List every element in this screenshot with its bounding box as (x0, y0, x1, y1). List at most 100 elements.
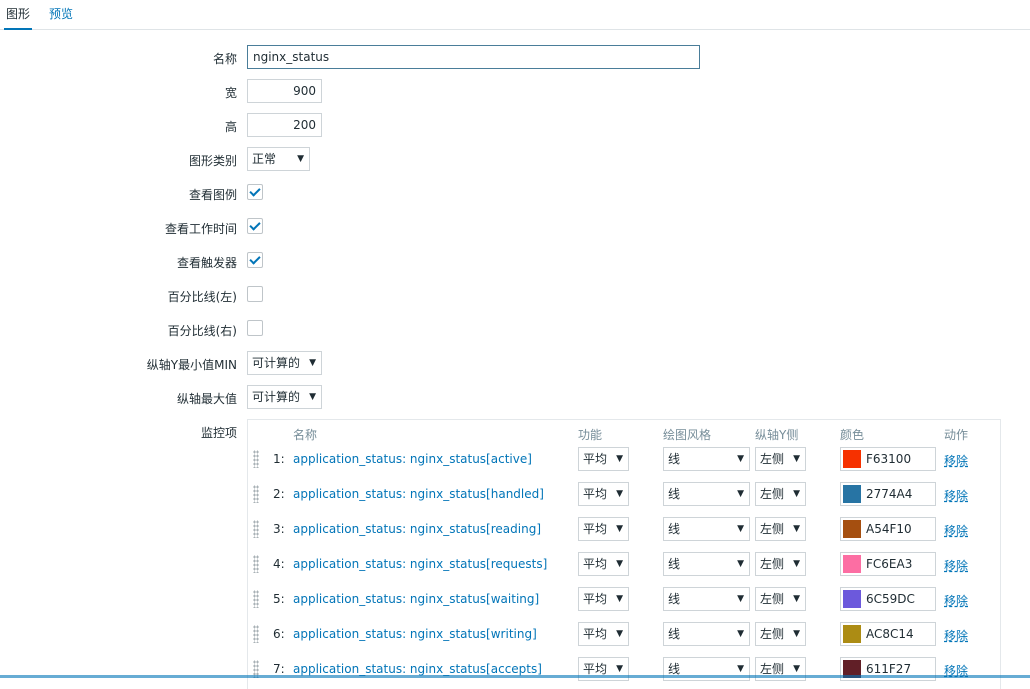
items-label: 监控项 (200, 426, 237, 440)
percentile-left-checkbox[interactable] (247, 286, 263, 302)
checkmark-icon (249, 219, 261, 231)
item-number: 4: (273, 557, 285, 571)
item-name-link[interactable]: application_status: nginx_status[accepts… (293, 662, 542, 676)
item-remove-link[interactable]: 移除 (944, 452, 968, 469)
dropdown-arrow-icon: ▼ (616, 489, 623, 499)
item-color-picker[interactable]: AC8C14 (840, 622, 936, 646)
item-color-picker[interactable]: A54F10 (840, 517, 936, 541)
dropdown-arrow-icon: ▼ (737, 454, 744, 464)
header-draw-style: 绘图风格 (663, 428, 712, 442)
dropdown-arrow-icon: ▼ (737, 594, 744, 604)
color-swatch[interactable] (843, 485, 861, 503)
item-y-axis-value: 左侧 (760, 662, 785, 676)
name-input[interactable] (247, 45, 700, 69)
percentile-right-label: 百分比线(右) (167, 324, 237, 338)
item-number: 2: (273, 487, 285, 501)
item-function-value: 平均 (583, 627, 608, 641)
color-swatch[interactable] (843, 450, 861, 468)
item-function-select[interactable]: 平均 ▼ (578, 482, 629, 506)
drag-handle-icon[interactable] (253, 450, 259, 468)
color-swatch[interactable] (843, 625, 861, 643)
item-number: 6: (273, 627, 285, 641)
color-swatch[interactable] (843, 555, 861, 573)
item-y-axis-value: 左侧 (760, 487, 785, 501)
drag-handle-icon[interactable] (253, 625, 259, 643)
dropdown-arrow-icon: ▼ (737, 489, 744, 499)
ymax-select[interactable]: 可计算的 ▼ (247, 385, 322, 409)
item-remove-link[interactable]: 移除 (944, 557, 968, 574)
item-color-value: 6C59DC (866, 592, 915, 606)
item-y-axis-select[interactable]: 左侧 ▼ (755, 587, 806, 611)
item-draw-style-select[interactable]: 线 ▼ (663, 447, 750, 471)
item-function-select[interactable]: 平均 ▼ (578, 447, 629, 471)
tab-preview[interactable]: 预览 (49, 6, 73, 30)
graph-type-select[interactable]: 正常 ▼ (247, 147, 310, 171)
ymin-label: 纵轴Y最小值MIN (146, 358, 237, 372)
item-function-select[interactable]: 平均 ▼ (578, 622, 629, 646)
item-y-axis-value: 左侧 (760, 592, 785, 606)
item-name-link[interactable]: application_status: nginx_status[request… (293, 557, 547, 571)
checkmark-icon (249, 185, 261, 197)
item-remove-link[interactable]: 移除 (944, 627, 968, 644)
item-color-picker[interactable]: FC6EA3 (840, 552, 936, 576)
item-draw-style-value: 线 (668, 627, 681, 641)
item-draw-style-select[interactable]: 线 ▼ (663, 517, 750, 541)
item-y-axis-select[interactable]: 左侧 ▼ (755, 482, 806, 506)
drag-handle-icon[interactable] (253, 485, 259, 503)
dropdown-arrow-icon: ▼ (616, 594, 623, 604)
item-draw-style-value: 线 (668, 452, 681, 466)
color-swatch[interactable] (843, 590, 861, 608)
width-input[interactable] (247, 79, 322, 103)
item-y-axis-select[interactable]: 左侧 ▼ (755, 447, 806, 471)
drag-handle-icon[interactable] (253, 555, 259, 573)
item-function-value: 平均 (583, 557, 608, 571)
show-legend-checkbox[interactable] (247, 184, 263, 200)
item-draw-style-select[interactable]: 线 ▼ (663, 552, 750, 576)
color-swatch[interactable] (843, 520, 861, 538)
item-function-select[interactable]: 平均 ▼ (578, 587, 629, 611)
item-draw-style-value: 线 (668, 662, 681, 676)
checkmark-icon (249, 253, 261, 265)
item-remove-link[interactable]: 移除 (944, 487, 968, 504)
item-function-select[interactable]: 平均 ▼ (578, 517, 629, 541)
item-function-select[interactable]: 平均 ▼ (578, 552, 629, 576)
item-y-axis-select[interactable]: 左侧 ▼ (755, 517, 806, 541)
ymin-select[interactable]: 可计算的 ▼ (247, 351, 322, 375)
dropdown-arrow-icon: ▼ (737, 629, 744, 639)
item-draw-style-select[interactable]: 线 ▼ (663, 622, 750, 646)
item-name-link[interactable]: application_status: nginx_status[waiting… (293, 592, 539, 606)
item-color-picker[interactable]: 6C59DC (840, 587, 936, 611)
percentile-right-checkbox[interactable] (247, 320, 263, 336)
dropdown-arrow-icon: ▼ (616, 454, 623, 464)
item-draw-style-select[interactable]: 线 ▼ (663, 587, 750, 611)
item-color-value: 611F27 (866, 662, 912, 676)
item-name-link[interactable]: application_status: nginx_status[handled… (293, 487, 544, 501)
item-y-axis-select[interactable]: 左侧 ▼ (755, 552, 806, 576)
item-draw-style-value: 线 (668, 487, 681, 501)
item-number: 1: (273, 452, 285, 466)
height-input[interactable] (247, 113, 322, 137)
tab-graph[interactable]: 图形 (4, 6, 33, 30)
header-color: 颜色 (840, 428, 865, 442)
item-name-link[interactable]: application_status: nginx_status[writing… (293, 627, 537, 641)
drag-handle-icon[interactable] (253, 520, 259, 538)
item-y-axis-value: 左侧 (760, 627, 785, 641)
item-remove-link[interactable]: 移除 (944, 522, 968, 539)
item-name-link[interactable]: application_status: nginx_status[reading… (293, 522, 541, 536)
dropdown-arrow-icon: ▼ (793, 629, 800, 639)
percentile-left-label: 百分比线(左) (167, 290, 237, 304)
show-triggers-checkbox[interactable] (247, 252, 263, 268)
item-color-picker[interactable]: F63100 (840, 447, 936, 471)
item-remove-link[interactable]: 移除 (944, 592, 968, 609)
item-y-axis-value: 左侧 (760, 452, 785, 466)
drag-handle-icon[interactable] (253, 590, 259, 608)
show-worktime-checkbox[interactable] (247, 218, 263, 234)
item-draw-style-value: 线 (668, 522, 681, 536)
item-name-link[interactable]: application_status: nginx_status[active] (293, 452, 532, 466)
show-worktime-label: 查看工作时间 (164, 222, 237, 236)
item-color-picker[interactable]: 2774A4 (840, 482, 936, 506)
dropdown-arrow-icon: ▼ (737, 559, 744, 569)
item-draw-style-select[interactable]: 线 ▼ (663, 482, 750, 506)
item-y-axis-select[interactable]: 左侧 ▼ (755, 622, 806, 646)
dropdown-arrow-icon: ▼ (793, 559, 800, 569)
